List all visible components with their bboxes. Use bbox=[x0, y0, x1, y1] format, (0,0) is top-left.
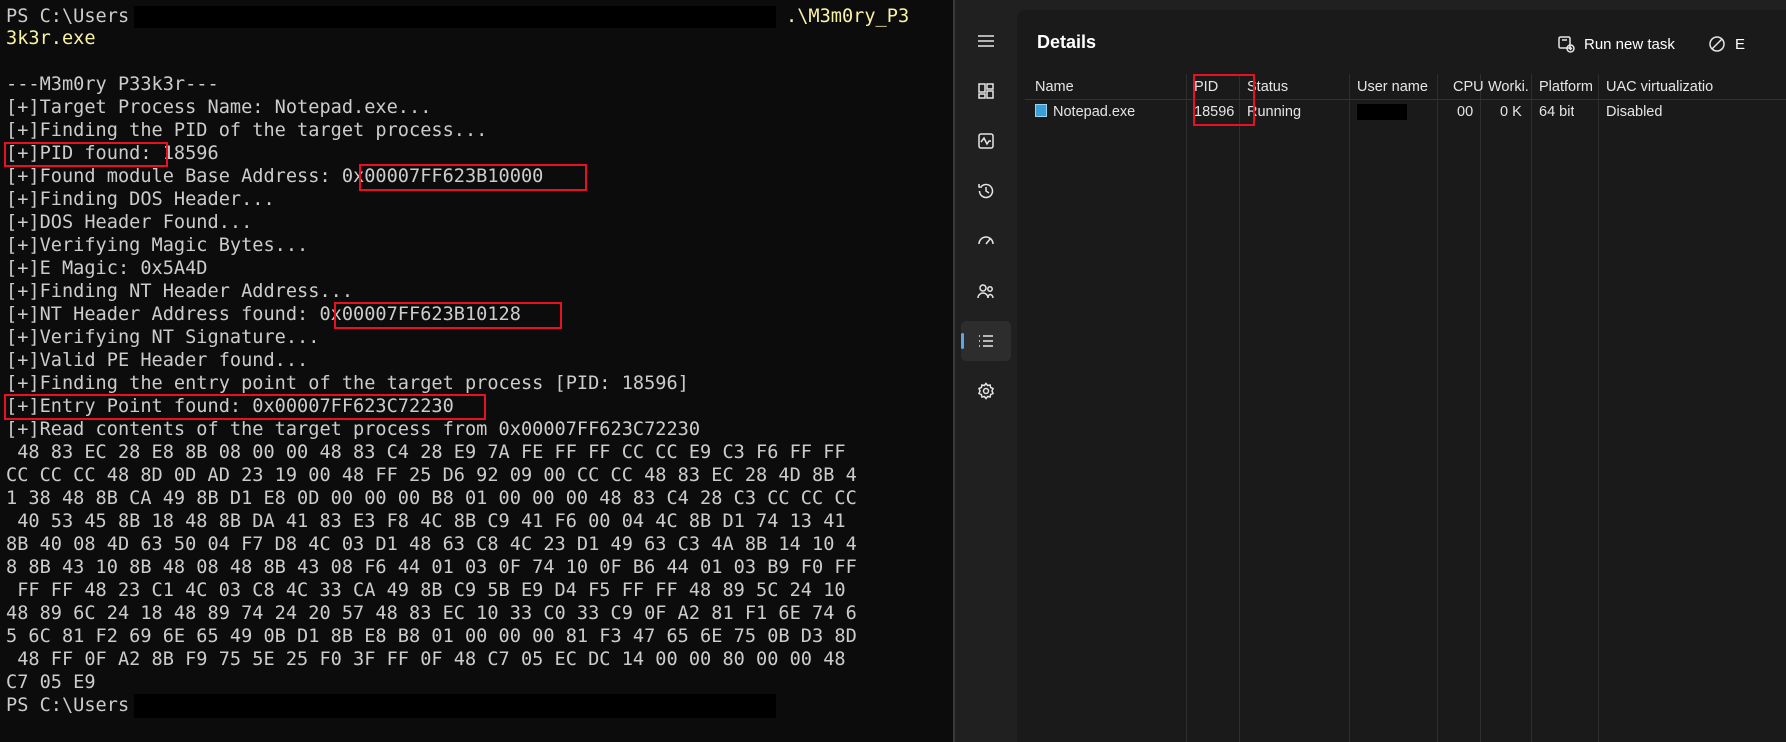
redacted-user bbox=[1357, 104, 1407, 120]
column-divider bbox=[1480, 74, 1481, 742]
output-line: [+]Target Process Name: Notepad.exe... bbox=[6, 97, 432, 118]
output-line: [+]Finding NT Header Address... bbox=[6, 281, 354, 302]
column-divider bbox=[1239, 74, 1240, 742]
nav-details[interactable] bbox=[961, 321, 1011, 361]
hex-dump-line: 48 FF 0F A2 8B F9 75 5E 25 F0 3F FF 0F 4… bbox=[6, 649, 846, 670]
cell-status: Running bbox=[1247, 104, 1302, 120]
column-header-cpu[interactable]: CPU bbox=[1453, 79, 1484, 95]
nav-users[interactable] bbox=[961, 271, 1011, 311]
output-line: [+]DOS Header Found... bbox=[6, 212, 253, 233]
services-icon bbox=[978, 382, 994, 400]
column-header-uac[interactable]: UAC virtualizatio bbox=[1606, 79, 1786, 95]
menu-icon bbox=[978, 35, 994, 47]
end-task-button[interactable]: E bbox=[1707, 28, 1745, 60]
redacted-path bbox=[134, 6, 776, 28]
hex-dump-line: C7 05 E9 bbox=[6, 672, 96, 693]
nav-startup-apps[interactable] bbox=[961, 221, 1011, 261]
app-history-icon bbox=[978, 183, 994, 199]
command-wrap: 3k3r.exe bbox=[6, 28, 96, 49]
cell-cpu: 00 bbox=[1457, 104, 1474, 120]
output-line: [+]Finding the entry point of the target… bbox=[6, 373, 689, 394]
cell-platform: 64 bit bbox=[1539, 104, 1575, 120]
performance-icon bbox=[978, 133, 994, 149]
hex-dump-line: 48 89 6C 24 18 48 89 74 24 20 57 48 83 E… bbox=[6, 603, 857, 624]
hex-dump-line: 40 53 45 8B 18 48 8B DA 41 83 E3 F8 4C 8… bbox=[6, 511, 846, 532]
page-title: Details bbox=[1037, 32, 1097, 52]
details-table[interactable]: Name^ PID Status User name CPU Worki... … bbox=[1025, 74, 1786, 742]
output-line: [+]Verifying NT Signature... bbox=[6, 327, 320, 348]
run-new-task-label: Run new task bbox=[1584, 35, 1675, 53]
base-address-highlight-box bbox=[359, 164, 587, 191]
output-line: [+]Finding DOS Header... bbox=[6, 189, 275, 210]
nav-performance[interactable] bbox=[961, 121, 1011, 161]
column-header-platform[interactable]: Platform bbox=[1539, 79, 1593, 95]
column-header-user-name[interactable]: User name bbox=[1357, 79, 1428, 95]
hex-dump-line: 5 6C 81 F2 69 6E 65 49 0B D1 8B E8 B8 01… bbox=[6, 626, 857, 647]
run-new-task-icon bbox=[1558, 36, 1575, 53]
hamburger-menu-button[interactable] bbox=[961, 21, 1011, 61]
column-header-working-set[interactable]: Worki... bbox=[1488, 79, 1530, 95]
final-prompt-line: PS C:\Users bbox=[6, 695, 129, 717]
details-page: Details Run new task E Name^ PID Status … bbox=[1017, 10, 1786, 742]
column-divider bbox=[1531, 74, 1532, 742]
end-task-icon bbox=[1709, 36, 1725, 52]
column-header-name[interactable]: Name^ bbox=[1035, 79, 1074, 95]
column-divider bbox=[1349, 74, 1350, 742]
users-icon bbox=[977, 284, 994, 299]
column-divider bbox=[1598, 74, 1599, 742]
processes-icon bbox=[978, 83, 994, 99]
notepad-app-icon bbox=[1035, 104, 1047, 117]
terminal-prompt-line: PS C:\Users bbox=[6, 6, 129, 28]
prompt-prefix: PS C:\Users bbox=[6, 6, 130, 27]
output-line: [+]E Magic: 0x5A4D bbox=[6, 258, 208, 279]
cell-uac: Disabled bbox=[1606, 104, 1663, 120]
hex-dump-line: CC CC CC 48 8D 0D AD 23 19 00 48 FF 25 D… bbox=[6, 465, 857, 486]
cell-name: Notepad.exe bbox=[1035, 104, 1135, 120]
redacted-path bbox=[134, 694, 776, 718]
hex-dump-line: 8 8B 43 10 8B 48 08 48 8B 43 08 F6 44 01… bbox=[6, 557, 857, 578]
cell-user-name bbox=[1357, 104, 1407, 121]
hex-dump-line: FF FF 48 23 C1 4C 03 C8 4C 33 CA 49 8B C… bbox=[6, 580, 846, 601]
nav-app-history[interactable] bbox=[961, 171, 1011, 211]
nt-header-highlight-box bbox=[334, 302, 562, 329]
output-line: [+]Valid PE Header found... bbox=[6, 350, 309, 371]
column-divider bbox=[1186, 74, 1187, 742]
output-line: [+]Read contents of the target process f… bbox=[6, 419, 701, 440]
terminal-window[interactable]: PS C:\Users .\M3m0ry_P3 3k3r.exe ---M3m0… bbox=[0, 0, 953, 742]
cell-working-set: 0 K bbox=[1500, 104, 1522, 120]
pid-column-highlight-box bbox=[1193, 74, 1255, 126]
nav-processes[interactable] bbox=[961, 71, 1011, 111]
pid-highlight-box bbox=[4, 142, 168, 167]
output-line: ---M3m0ry P33k3r--- bbox=[6, 74, 219, 95]
details-icon bbox=[979, 335, 993, 347]
run-new-task-button[interactable]: Run new task bbox=[1556, 28, 1675, 60]
nav-rail bbox=[955, 0, 1017, 742]
nav-services[interactable] bbox=[961, 371, 1011, 411]
column-divider bbox=[1437, 74, 1438, 742]
startup-apps-icon bbox=[978, 236, 994, 245]
final-prompt: PS C:\Users bbox=[6, 695, 130, 716]
command-text: .\M3m0ry_P3 bbox=[786, 6, 910, 27]
hex-dump-line: 48 83 EC 28 E8 8B 08 00 00 48 83 C4 28 E… bbox=[6, 442, 846, 463]
entry-point-highlight-box bbox=[4, 394, 486, 420]
output-line: [+]Verifying Magic Bytes... bbox=[6, 235, 309, 256]
output-line: [+]Finding the PID of the target process… bbox=[6, 120, 488, 141]
hex-dump-line: 1 38 48 8B CA 49 8B D1 E8 0D 00 00 00 B8… bbox=[6, 488, 857, 509]
task-manager-window[interactable]: Details Run new task E Name^ PID Status … bbox=[955, 0, 1786, 742]
end-task-label: E bbox=[1735, 35, 1746, 53]
hex-dump-line: 8B 40 08 4D 63 50 04 F7 D8 4C 03 D1 48 6… bbox=[6, 534, 857, 555]
